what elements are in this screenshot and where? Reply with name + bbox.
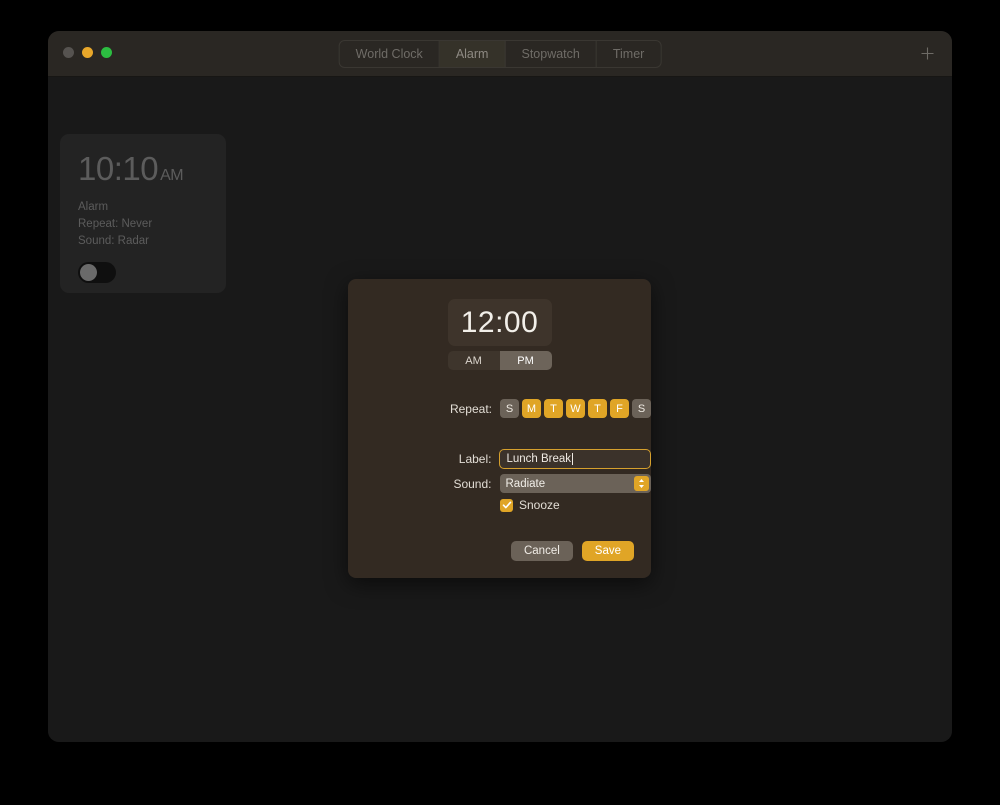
maximize-window-button[interactable] [101, 47, 112, 58]
label-input[interactable]: Lunch Break [499, 449, 651, 469]
snooze-row[interactable]: Snooze [500, 498, 560, 512]
alarm-card-repeat: Repeat: Never [78, 216, 208, 233]
label-row: Label: Lunch Break [348, 449, 651, 469]
time-picker-block: 12:00 AM PM [348, 299, 651, 370]
dialog-footer: Cancel Save [511, 541, 634, 561]
edit-alarm-dialog: 12:00 AM PM Repeat: S M T W T F S [348, 279, 651, 578]
tab-bar: World Clock Alarm Stopwatch Timer [339, 40, 662, 68]
checkmark-icon [502, 500, 512, 510]
sound-select-value: Radiate [506, 478, 546, 490]
snooze-label: Snooze [519, 498, 560, 512]
main-content: 10:10AM Alarm Repeat: Never Sound: Radar… [48, 77, 952, 742]
stepper-up-down-icon[interactable] [634, 476, 649, 491]
alarm-enable-toggle[interactable] [78, 262, 116, 283]
chevron-up-down-icon [637, 478, 646, 489]
ampm-option-pm[interactable]: PM [500, 351, 552, 370]
tab-world-clock[interactable]: World Clock [340, 41, 440, 67]
traffic-lights [63, 47, 112, 58]
sound-select[interactable]: Radiate [500, 474, 652, 493]
repeat-day-tuesday[interactable]: T [544, 399, 563, 418]
ampm-segmented-control: AM PM [448, 351, 552, 370]
alarm-card-time-ampm: AM [160, 167, 183, 184]
app-window: World Clock Alarm Stopwatch Timer 10:10A… [48, 31, 952, 742]
alarm-card-time: 10:10AM [78, 152, 208, 185]
close-window-button[interactable] [63, 47, 74, 58]
alarm-card-time-value: 10:10 [78, 150, 158, 187]
repeat-label: Repeat: [348, 402, 500, 416]
repeat-day-sunday[interactable]: S [500, 399, 519, 418]
label-input-value: Lunch Break [506, 453, 571, 465]
cancel-button[interactable]: Cancel [511, 541, 573, 561]
toggle-knob [80, 264, 97, 281]
add-alarm-button[interactable] [916, 43, 938, 65]
alarm-card-meta: Alarm Repeat: Never Sound: Radar [78, 199, 208, 250]
save-button[interactable]: Save [582, 541, 634, 561]
label-field-label: Label: [348, 452, 499, 466]
text-caret [572, 453, 573, 465]
snooze-checkbox[interactable] [500, 499, 513, 512]
alarm-card-title: Alarm [78, 199, 208, 216]
title-bar: World Clock Alarm Stopwatch Timer [48, 31, 952, 77]
alarm-card-sound: Sound: Radar [78, 233, 208, 250]
repeat-day-thursday[interactable]: T [588, 399, 607, 418]
time-input[interactable]: 12:00 [448, 299, 552, 346]
repeat-day-monday[interactable]: M [522, 399, 541, 418]
tab-alarm[interactable]: Alarm [440, 41, 506, 67]
repeat-day-group: S M T W T F S [500, 399, 651, 418]
tab-stopwatch[interactable]: Stopwatch [505, 41, 596, 67]
repeat-day-friday[interactable]: F [610, 399, 629, 418]
repeat-row: Repeat: S M T W T F S [348, 399, 651, 418]
sound-row: Sound: Radiate [348, 474, 651, 493]
ampm-option-am[interactable]: AM [448, 351, 500, 370]
repeat-day-saturday[interactable]: S [632, 399, 651, 418]
plus-icon [920, 46, 935, 61]
tab-timer[interactable]: Timer [597, 41, 660, 67]
sound-field-label: Sound: [348, 477, 500, 491]
alarm-card[interactable]: 10:10AM Alarm Repeat: Never Sound: Radar [60, 134, 226, 293]
repeat-day-wednesday[interactable]: W [566, 399, 585, 418]
minimize-window-button[interactable] [82, 47, 93, 58]
